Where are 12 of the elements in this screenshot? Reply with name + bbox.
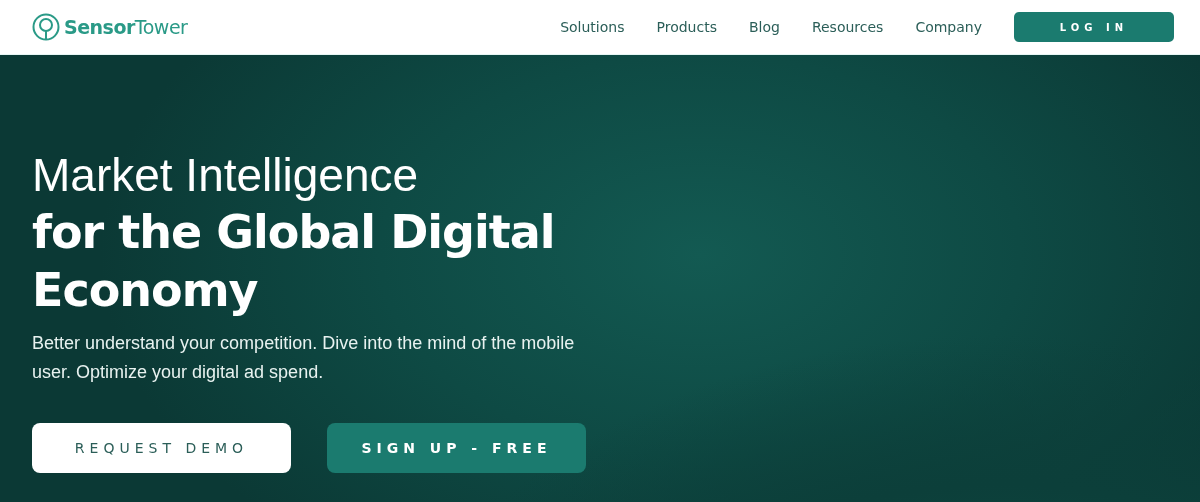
hero-title: Market Intelligence xyxy=(32,148,420,203)
nav-link[interactable]: Products xyxy=(656,19,717,35)
signup-button[interactable]: SIGN UP - FREE xyxy=(327,423,586,473)
hero-title-bold: for the Global Digital Economy xyxy=(32,204,556,319)
demo-button[interactable]: REQUEST DEMO xyxy=(32,423,291,473)
nav-link[interactable]: Company xyxy=(915,19,982,35)
logo-icon xyxy=(32,13,60,41)
hero-subtitle: Better understand your competition. Dive into the mind of the mobile user. Optimize your digital ad spend. xyxy=(32,332,576,384)
nav-link[interactable]: Solutions xyxy=(560,19,625,35)
nav-link[interactable]: Blog xyxy=(748,19,780,35)
nav-link[interactable]: Resources xyxy=(811,19,884,35)
login-button[interactable]: LOG IN xyxy=(1014,12,1174,42)
